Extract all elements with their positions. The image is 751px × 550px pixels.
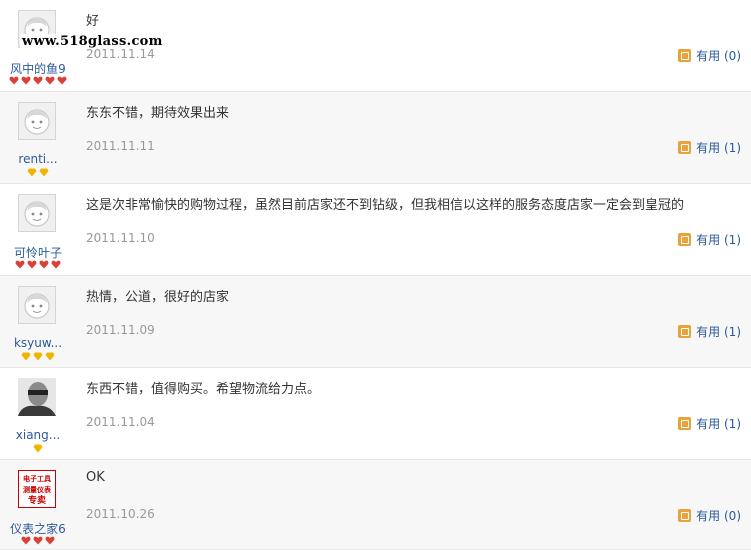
reviewer-name[interactable]: 风中的鱼9 xyxy=(0,60,76,77)
reviewer-rank-badges xyxy=(0,260,76,274)
useful-button[interactable]: 有用 (1) xyxy=(678,415,741,432)
review-text: 热情，公道，很好的店家 xyxy=(86,290,230,305)
review-date: 2011.11.11 xyxy=(86,139,155,153)
review-text: 这是次非常愉快的购物过程，虽然目前店家还不到钻级，但我相信以这样的服务态度店家一… xyxy=(86,198,685,213)
review-date: 2011.11.09 xyxy=(86,323,155,337)
default-avatar-icon xyxy=(24,109,50,135)
avatar[interactable] xyxy=(18,102,56,140)
reviewer-name[interactable]: 仪表之家6 xyxy=(0,520,76,537)
review-item: renti... 东东不错，期待效果出来 2011.11.11 有用 (1) xyxy=(0,92,751,184)
useful-label: 有用 xyxy=(696,325,721,339)
avatar[interactable] xyxy=(18,378,56,416)
thumbs-up-icon xyxy=(678,325,692,338)
heart-icon xyxy=(33,536,43,545)
useful-button[interactable]: 有用 (1) xyxy=(678,323,741,340)
reviewer-rank-badges xyxy=(0,352,76,366)
heart-icon xyxy=(57,76,67,85)
heart-icon xyxy=(39,260,49,269)
diamond-icon xyxy=(27,168,37,177)
avatar[interactable] xyxy=(18,286,56,324)
shop-logo: 电子工具测量仪表专卖 xyxy=(18,470,56,508)
useful-label: 有用 xyxy=(696,49,721,63)
thumbs-up-icon xyxy=(678,49,692,62)
heart-icon xyxy=(45,536,55,545)
heart-icon xyxy=(21,76,31,85)
thumbs-up-icon xyxy=(678,233,692,246)
review-item: 电子工具测量仪表 专卖 仪表之家6 OK 2011.10.26 有用 (0) xyxy=(0,460,751,550)
avatar[interactable]: 电子工具测量仪表 专卖 xyxy=(18,470,56,508)
review-item: xiang... 东西不错，值得购买。希望物流给力点。 2011.11.04 有… xyxy=(0,368,751,460)
svg-text:电子工具: 电子工具 xyxy=(23,474,51,483)
useful-button[interactable]: 有用 (0) xyxy=(678,507,741,524)
reviewer-name[interactable]: xiang... xyxy=(0,428,76,442)
useful-count: (0) xyxy=(724,508,741,523)
heart-icon xyxy=(27,260,37,269)
useful-button[interactable]: 有用 (1) xyxy=(678,139,741,156)
heart-icon xyxy=(51,260,61,269)
heart-icon xyxy=(21,536,31,545)
useful-label: 有用 xyxy=(696,417,721,431)
reviewer-rank-badges xyxy=(0,168,76,182)
review-item: ksyuw... 热情，公道，很好的店家 2011.11.09 有用 (1) xyxy=(0,276,751,368)
svg-text:专卖: 专卖 xyxy=(28,494,46,506)
user-photo xyxy=(18,378,56,416)
review-text: 好 xyxy=(86,14,100,29)
reviewer-name[interactable]: 可怜叶子 xyxy=(0,244,76,261)
diamond-icon xyxy=(21,352,31,361)
review-text: OK xyxy=(86,470,105,485)
avatar[interactable] xyxy=(18,194,56,232)
reviewer-name[interactable]: ksyuw... xyxy=(0,336,76,350)
useful-label: 有用 xyxy=(696,233,721,247)
review-item: 可怜叶子 这是次非常愉快的购物过程，虽然目前店家还不到钻级，但我相信以这样的服务… xyxy=(0,184,751,276)
diamond-icon xyxy=(39,168,49,177)
reviewer-name[interactable]: renti... xyxy=(0,152,76,166)
useful-count: (1) xyxy=(724,232,741,247)
diamond-icon xyxy=(45,352,55,361)
diamond-icon xyxy=(33,444,43,453)
default-avatar-icon xyxy=(24,201,50,227)
site-watermark: www.518glass.com xyxy=(20,34,165,49)
useful-button[interactable]: 有用 (1) xyxy=(678,231,741,248)
useful-label: 有用 xyxy=(696,509,721,523)
review-date: 2011.10.26 xyxy=(86,507,155,521)
useful-count: (1) xyxy=(724,140,741,155)
reviewer-rank-badges xyxy=(0,444,76,458)
heart-icon xyxy=(9,76,19,85)
thumbs-up-icon xyxy=(678,141,692,154)
default-avatar-icon xyxy=(24,293,50,319)
heart-icon xyxy=(33,76,43,85)
useful-count: (1) xyxy=(724,324,741,339)
review-date: 2011.11.10 xyxy=(86,231,155,245)
useful-label: 有用 xyxy=(696,141,721,155)
reviewer-rank-badges xyxy=(0,536,76,550)
useful-button[interactable]: 有用 (0) xyxy=(678,47,741,64)
useful-count: (0) xyxy=(724,48,741,63)
review-text: 东西不错，值得购买。希望物流给力点。 xyxy=(86,382,321,397)
useful-count: (1) xyxy=(724,416,741,431)
review-date: 2011.11.14 xyxy=(86,47,155,61)
review-text: 东东不错，期待效果出来 xyxy=(86,106,230,121)
reviewer-rank-badges xyxy=(0,76,76,90)
diamond-icon xyxy=(33,352,43,361)
thumbs-up-icon xyxy=(678,509,692,522)
heart-icon xyxy=(15,260,25,269)
heart-icon xyxy=(45,76,55,85)
thumbs-up-icon xyxy=(678,417,692,430)
review-date: 2011.11.04 xyxy=(86,415,155,429)
svg-text:测量仪表: 测量仪表 xyxy=(23,485,52,494)
